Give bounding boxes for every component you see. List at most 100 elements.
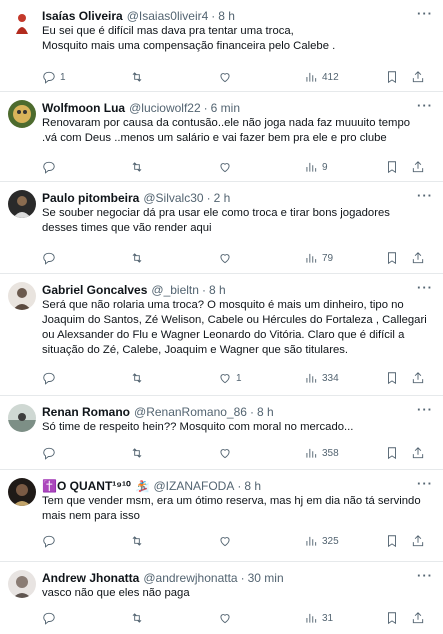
bookmark-button[interactable] — [385, 68, 399, 86]
share-button[interactable] — [411, 609, 425, 627]
like-button[interactable] — [218, 609, 236, 627]
reply-button[interactable] — [42, 158, 60, 176]
reply-button[interactable] — [42, 249, 60, 267]
more-options-icon[interactable]: ··· — [417, 188, 433, 203]
tweet[interactable]: ✝️O QUANT¹⁹¹⁰ 🏂 @IZANAFODA · 8 h ··· Tem… — [0, 470, 443, 562]
like-button[interactable] — [218, 444, 236, 462]
tweet-actions: 79 — [42, 249, 433, 267]
tweet[interactable]: Andrew Jhonatta @andrewjhonatta · 30 min… — [0, 562, 443, 634]
retweet-button[interactable] — [130, 249, 148, 267]
tweet[interactable]: Isaías Oliveira @Isaias0liveir4 · 8 h ··… — [0, 0, 443, 92]
display-name[interactable]: Paulo pitombeira — [42, 191, 139, 205]
tweet-text-line: Só time de respeito hein?? Mosquito com … — [42, 421, 354, 433]
user-handle[interactable]: @RenanRomano_86 — [134, 405, 247, 419]
views-button[interactable]: 79 — [304, 249, 333, 267]
user-handle[interactable]: @_bieltn — [151, 283, 199, 297]
like-button[interactable] — [218, 68, 236, 86]
bookmark-button[interactable] — [385, 158, 399, 176]
share-button[interactable] — [411, 532, 425, 550]
bookmark-button[interactable] — [385, 444, 399, 462]
retweet-button[interactable] — [130, 444, 148, 462]
display-name[interactable]: Gabriel Goncalves — [42, 283, 147, 297]
more-options-icon[interactable]: ··· — [417, 98, 433, 113]
retweet-icon — [132, 536, 142, 546]
retweet-button[interactable] — [130, 68, 148, 86]
timestamp[interactable]: 2 h — [214, 191, 231, 205]
share-button[interactable] — [411, 444, 425, 462]
tweet-text: Se souber negociar dá pra usar ele como … — [42, 206, 433, 236]
share-button[interactable] — [411, 68, 425, 86]
analytics-icon — [306, 536, 317, 546]
reply-button[interactable] — [42, 532, 60, 550]
tweet[interactable]: Gabriel Goncalves @_bieltn · 8 h ··· Ser… — [0, 274, 443, 396]
tweet-actions: 358 — [42, 444, 433, 462]
share-button[interactable] — [411, 158, 425, 176]
more-options-icon[interactable]: ··· — [417, 6, 433, 21]
avatar[interactable] — [8, 404, 36, 432]
more-options-icon[interactable]: ··· — [417, 568, 433, 583]
tweet[interactable]: Paulo pitombeira @Silvalc30 · 2 h ··· Se… — [0, 182, 443, 274]
avatar[interactable] — [8, 190, 36, 218]
reply-button[interactable] — [42, 444, 60, 462]
display-name[interactable]: Renan Romano — [42, 405, 130, 419]
user-handle[interactable]: @Silvalc30 — [143, 191, 203, 205]
like-button[interactable] — [218, 532, 236, 550]
share-icon — [412, 252, 424, 264]
views-button[interactable]: 325 — [304, 532, 339, 550]
avatar[interactable] — [8, 8, 36, 36]
tweet[interactable]: Renan Romano @RenanRomano_86 · 8 h ··· S… — [0, 396, 443, 470]
more-options-icon[interactable]: ··· — [417, 280, 433, 295]
snowboarder-emoji: 🏂 — [135, 480, 150, 493]
timestamp[interactable]: 8 h — [218, 9, 235, 23]
views-button[interactable]: 31 — [304, 609, 333, 627]
views-button[interactable]: 334 — [304, 369, 339, 387]
bookmark-button[interactable] — [385, 609, 399, 627]
tweet-header: Paulo pitombeira @Silvalc30 · 2 h — [42, 190, 435, 206]
views-count: 358 — [322, 447, 339, 459]
user-handle[interactable]: @Isaias0liveir4 — [127, 9, 209, 23]
retweet-button[interactable] — [130, 532, 148, 550]
user-handle[interactable]: @andrewjhonatta — [143, 571, 237, 585]
timestamp[interactable]: 8 h — [257, 405, 274, 419]
timestamp[interactable]: 8 h — [209, 283, 226, 297]
avatar[interactable] — [8, 282, 36, 310]
like-button[interactable] — [218, 249, 236, 267]
retweet-button[interactable] — [130, 158, 148, 176]
bookmark-button[interactable] — [385, 532, 399, 550]
tweet-text: vasco não que eles não paga — [42, 586, 433, 601]
views-button[interactable]: 358 — [304, 444, 339, 462]
share-button[interactable] — [411, 249, 425, 267]
tweet[interactable]: Wolfmoon Lua @luciowolf22 · 6 min ··· Re… — [0, 92, 443, 182]
reply-count: 1 — [60, 71, 66, 83]
views-count: 412 — [322, 71, 339, 83]
timestamp[interactable]: 6 min — [211, 101, 240, 115]
like-button[interactable]: 1 — [218, 369, 242, 387]
user-handle[interactable]: @luciowolf22 — [129, 101, 201, 115]
bookmark-button[interactable] — [385, 249, 399, 267]
timestamp[interactable]: 8 h — [244, 479, 261, 493]
retweet-icon — [132, 613, 142, 623]
retweet-button[interactable] — [130, 609, 148, 627]
reply-button[interactable] — [42, 369, 60, 387]
avatar[interactable] — [8, 100, 36, 128]
display-name[interactable]: Wolfmoon Lua — [42, 101, 125, 115]
display-name[interactable]: Isaías Oliveira — [42, 9, 123, 23]
views-button[interactable]: 412 — [304, 68, 339, 86]
more-options-icon[interactable]: ··· — [417, 402, 433, 417]
display-name[interactable]: Andrew Jhonatta — [42, 571, 139, 585]
more-options-icon[interactable]: ··· — [417, 476, 433, 491]
display-name[interactable]: ✝️O QUANT¹⁹¹⁰ — [42, 479, 131, 493]
like-button[interactable] — [218, 158, 236, 176]
reply-button[interactable] — [42, 609, 60, 627]
retweet-button[interactable] — [130, 369, 148, 387]
heart-icon — [220, 163, 230, 173]
timestamp[interactable]: 30 min — [248, 571, 284, 585]
avatar[interactable] — [8, 570, 36, 598]
views-button[interactable]: 9 — [304, 158, 328, 176]
avatar[interactable] — [8, 478, 36, 506]
bookmark-button[interactable] — [385, 369, 399, 387]
share-button[interactable] — [411, 369, 425, 387]
user-handle[interactable]: @IZANAFODA — [153, 479, 234, 493]
reply-button[interactable]: 1 — [42, 68, 66, 86]
separator-dot: · — [203, 101, 208, 115]
